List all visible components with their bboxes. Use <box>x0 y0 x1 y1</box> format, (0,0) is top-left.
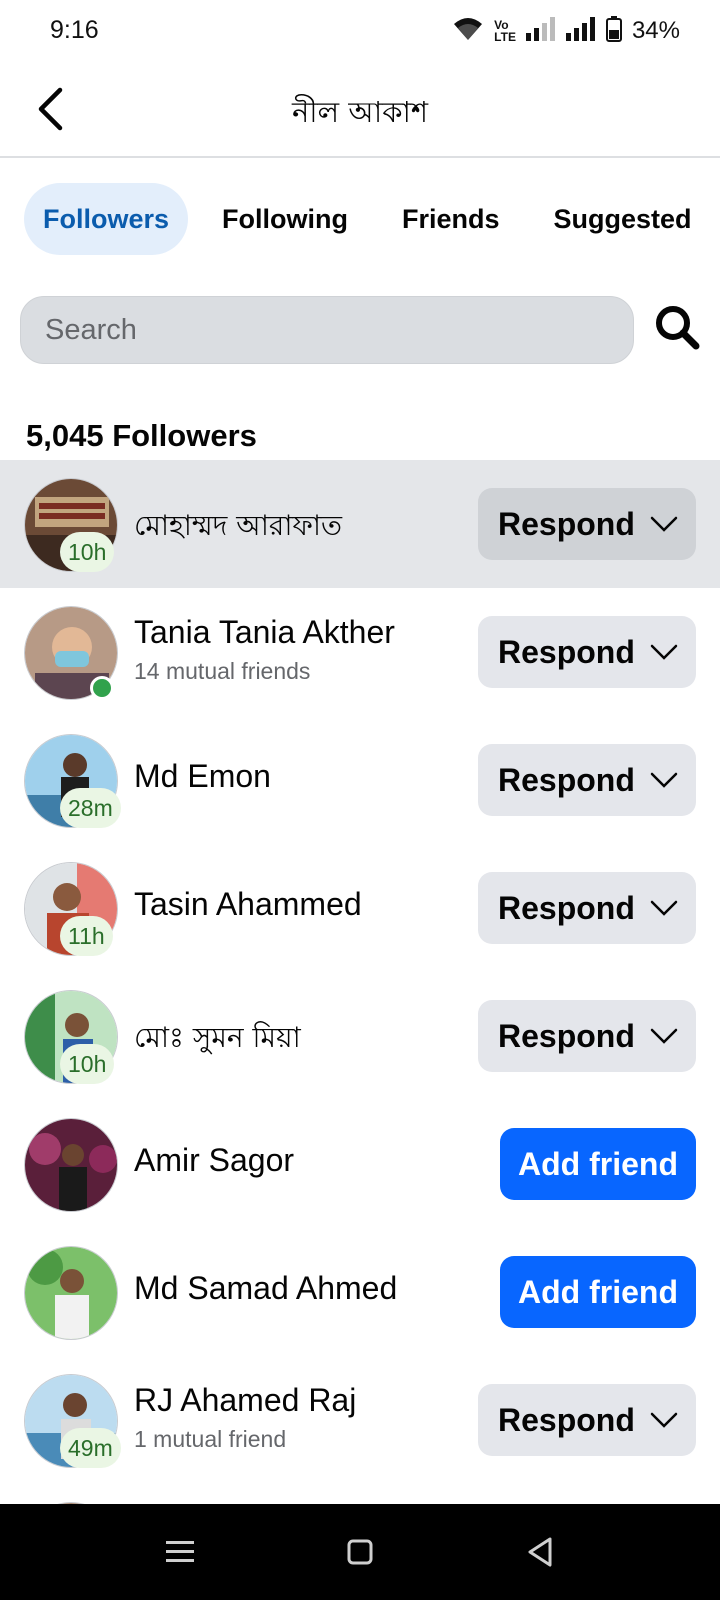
list-item[interactable]: Tania Tania Akther 14 mutual friends Res… <box>0 588 720 716</box>
person-name[interactable]: Tasin Ahammed <box>134 886 362 923</box>
list-item[interactable]: 49m RJ Ahamed Raj 1 mutual friend Respon… <box>0 1356 720 1484</box>
person-name[interactable]: Md Emon <box>134 758 271 795</box>
respond-label: Respond <box>498 1401 635 1438</box>
avatar[interactable] <box>24 1246 118 1340</box>
respond-button[interactable]: Respond <box>478 1000 696 1072</box>
chevron-down-icon <box>649 771 679 789</box>
respond-label: Respond <box>498 505 635 542</box>
list-item[interactable]: 28m Md Emon Respond <box>0 716 720 844</box>
list-item[interactable]: Amir Sagor Add friend <box>0 1100 720 1228</box>
person-name[interactable]: Tania Tania Akther <box>134 614 395 651</box>
system-nav-bar <box>0 1504 720 1600</box>
person-name[interactable]: RJ Ahamed Raj <box>134 1382 356 1419</box>
respond-label: Respond <box>498 633 635 670</box>
respond-button[interactable]: Respond <box>478 744 696 816</box>
respond-button[interactable]: Respond <box>478 1384 696 1456</box>
tab-following[interactable]: Following <box>204 183 366 255</box>
active-time-badge: 10h <box>60 1044 115 1084</box>
mutual-friends: 1 mutual friend <box>134 1426 287 1452</box>
status-time: 9:16 <box>50 16 99 44</box>
search-icon <box>654 304 700 355</box>
chevron-down-icon <box>649 1027 679 1045</box>
recent-apps-button[interactable] <box>160 1534 200 1574</box>
status-icons: Vo LTE 34% <box>452 14 680 48</box>
chevron-down-icon <box>649 515 679 533</box>
active-time-badge: 11h <box>60 916 113 956</box>
add-friend-button[interactable]: Add friend <box>500 1256 696 1328</box>
chevron-down-icon <box>649 643 679 661</box>
person-name[interactable]: Md Samad Ahmed <box>134 1270 397 1307</box>
page-title: নীল আকাশ <box>291 95 429 129</box>
tab-followers[interactable]: Followers <box>24 183 188 255</box>
add-friend-button[interactable]: Add friend <box>500 1128 696 1200</box>
active-time-badge: 49m <box>60 1428 121 1468</box>
home-button[interactable] <box>340 1534 380 1574</box>
wifi-icon <box>452 16 484 47</box>
tab-suggested[interactable]: Suggested <box>536 183 710 255</box>
volte-icon: Vo LTE <box>494 18 516 44</box>
respond-button[interactable]: Respond <box>478 616 696 688</box>
search-box <box>20 296 634 364</box>
respond-button[interactable]: Respond <box>478 872 696 944</box>
active-time-badge: 10h <box>60 532 115 572</box>
list-item[interactable]: 10h মোঃ সুমন মিয়া Respond <box>0 972 720 1100</box>
battery-icon <box>605 15 622 47</box>
tab-friends[interactable]: Friends <box>384 183 518 255</box>
followers-list: 10h মোহাম্মদ আরাফাত Respond Tania Tania … <box>0 460 720 1600</box>
respond-button[interactable]: Respond <box>478 488 696 560</box>
respond-label: Respond <box>498 889 635 926</box>
person-name[interactable]: মোহাম্মদ আরাফাত <box>134 504 342 551</box>
mutual-friends: 14 mutual friends <box>134 658 311 684</box>
menu-icon <box>166 1539 194 1570</box>
signal-icon <box>565 16 596 46</box>
list-item[interactable]: 10h মোহাম্মদ আরাফাত Respond <box>0 460 720 588</box>
online-status-dot <box>90 676 114 700</box>
status-bar: 9:16 Vo LTE 34% <box>0 0 720 62</box>
chevron-down-icon <box>649 1411 679 1429</box>
search-button[interactable] <box>652 304 702 354</box>
active-time-badge: 28m <box>60 788 121 828</box>
list-item[interactable]: 11h Tasin Ahammed Respond <box>0 844 720 972</box>
search-input[interactable] <box>21 297 633 363</box>
tab-bar: Followers Following Friends Suggested <box>24 183 710 255</box>
signal-icon <box>525 16 556 46</box>
person-name[interactable]: Amir Sagor <box>134 1142 294 1179</box>
person-name[interactable]: মোঃ সুমন মিয়া <box>134 1016 301 1063</box>
avatar[interactable] <box>24 1118 118 1212</box>
system-back-button[interactable] <box>520 1534 560 1574</box>
battery-percent: 34% <box>631 17 680 44</box>
respond-label: Respond <box>498 761 635 798</box>
back-triangle-icon <box>526 1537 554 1572</box>
followers-count: 5,045 Followers <box>26 418 257 453</box>
header: নীল আকাশ <box>0 62 720 158</box>
respond-label: Respond <box>498 1017 635 1054</box>
home-square-icon <box>347 1539 373 1570</box>
chevron-down-icon <box>649 899 679 917</box>
list-item[interactable]: Md Samad Ahmed Add friend <box>0 1228 720 1356</box>
